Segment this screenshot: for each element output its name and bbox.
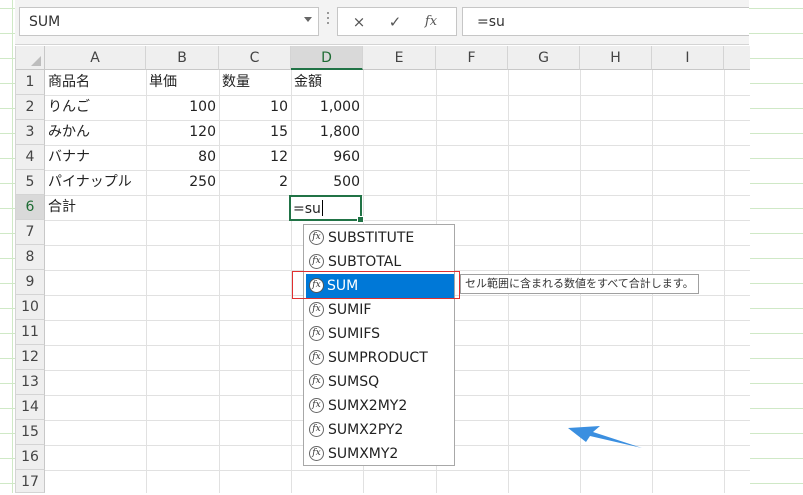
cell-d5[interactable]: 500 xyxy=(291,170,363,195)
cell-b5[interactable]: 250 xyxy=(146,170,219,195)
cell-b4[interactable]: 80 xyxy=(146,145,219,170)
row-header-14[interactable]: 14 xyxy=(16,395,45,420)
row-header-6[interactable]: 6 xyxy=(16,195,45,220)
row-header-9[interactable]: 9 xyxy=(16,270,45,295)
row-header-7[interactable]: 7 xyxy=(16,220,45,245)
autocomplete-item[interactable]: fx SUMXMY2 xyxy=(306,442,454,466)
formula-value: =su xyxy=(477,14,505,30)
fill-handle[interactable] xyxy=(357,216,364,223)
cell-d3[interactable]: 1,800 xyxy=(291,120,363,145)
cell-a5[interactable]: パイナップル xyxy=(45,170,146,195)
column-header-g[interactable]: G xyxy=(508,46,580,70)
highlight-box xyxy=(292,271,460,299)
name-box-value: SUM xyxy=(29,14,61,30)
function-icon: fx xyxy=(309,398,324,413)
function-icon: fx xyxy=(309,326,324,341)
function-icon: fx xyxy=(309,446,324,461)
cell-d2[interactable]: 1,000 xyxy=(291,95,363,120)
row-header-16[interactable]: 16 xyxy=(16,445,45,470)
function-icon: fx xyxy=(309,350,324,365)
chevron-down-icon[interactable] xyxy=(304,17,312,22)
cell-b3[interactable]: 120 xyxy=(146,120,219,145)
column-header-e[interactable]: E xyxy=(363,46,436,70)
row-header-15[interactable]: 15 xyxy=(16,420,45,445)
formula-input[interactable]: =su xyxy=(462,7,749,36)
cell-a2[interactable]: りんご xyxy=(45,95,146,120)
formula-buttons: × ✓ fx xyxy=(337,7,457,36)
text-caret xyxy=(321,200,323,216)
drag-handle-icon[interactable] xyxy=(327,12,330,28)
cell-a4[interactable]: バナナ xyxy=(45,145,146,170)
function-icon: fx xyxy=(309,302,324,317)
cell-a3[interactable]: みかん xyxy=(45,120,146,145)
name-box[interactable]: SUM xyxy=(19,7,319,36)
cell-edit-text: =su xyxy=(293,200,323,217)
row-header-17[interactable]: 17 xyxy=(16,470,45,493)
row-header-12[interactable]: 12 xyxy=(16,345,45,370)
column-header-f[interactable]: F xyxy=(436,46,508,70)
cell-b2[interactable]: 100 xyxy=(146,95,219,120)
cell-a1[interactable]: 商品名 xyxy=(45,70,146,95)
row-header-3[interactable]: 3 xyxy=(16,120,45,145)
cell-c1[interactable]: 数量 xyxy=(219,70,291,95)
function-icon: fx xyxy=(309,422,324,437)
cell-c3[interactable]: 15 xyxy=(219,120,291,145)
row-header-10[interactable]: 10 xyxy=(16,295,45,320)
row-header-5[interactable]: 5 xyxy=(16,170,45,195)
cell-d4[interactable]: 960 xyxy=(291,145,363,170)
row-header-13[interactable]: 13 xyxy=(16,370,45,395)
column-header-b[interactable]: B xyxy=(146,46,219,70)
autocomplete-item[interactable]: fx SUMSQ xyxy=(306,370,454,394)
active-cell-d6[interactable]: =su xyxy=(289,195,364,223)
formula-bar-area: SUM × ✓ fx =su xyxy=(15,0,749,45)
column-header-d[interactable]: D xyxy=(291,46,363,70)
column-header-partial[interactable] xyxy=(724,46,750,70)
select-all-button[interactable] xyxy=(16,46,45,70)
autocomplete-item[interactable]: fx SUBSTITUTE xyxy=(306,226,454,250)
column-header-i[interactable]: I xyxy=(652,46,724,70)
function-autocomplete-list: fx SUBSTITUTE fx SUBTOTAL fx SUM fx SUMIF fx… xyxy=(303,224,455,466)
column-header-h[interactable]: H xyxy=(580,46,652,70)
function-icon: fx xyxy=(309,230,324,245)
enter-icon[interactable]: ✓ xyxy=(384,11,406,33)
cell-c2[interactable]: 10 xyxy=(219,95,291,120)
row-header-11[interactable]: 11 xyxy=(16,320,45,345)
autocomplete-item[interactable]: fx SUMX2PY2 xyxy=(306,418,454,442)
cell-c4[interactable]: 12 xyxy=(219,145,291,170)
autocomplete-item[interactable]: fx SUMIFS xyxy=(306,322,454,346)
function-icon: fx xyxy=(309,374,324,389)
insert-function-icon[interactable]: fx xyxy=(420,11,442,33)
cell-b1[interactable]: 単価 xyxy=(146,70,219,95)
autocomplete-item[interactable]: fx SUMX2MY2 xyxy=(306,394,454,418)
cell-c5[interactable]: 2 xyxy=(219,170,291,195)
row-header-2[interactable]: 2 xyxy=(16,95,45,120)
row-header-1[interactable]: 1 xyxy=(16,70,45,95)
arrow-annotation-icon xyxy=(568,426,642,448)
cell-d1[interactable]: 金額 xyxy=(291,70,363,95)
row-header-8[interactable]: 8 xyxy=(16,245,45,270)
cell-a6[interactable]: 合計 xyxy=(45,195,146,220)
function-tooltip: セル範囲に含まれる数値をすべて合計します。 xyxy=(460,274,699,294)
column-header-a[interactable]: A xyxy=(45,46,146,70)
row-header-4[interactable]: 4 xyxy=(16,145,45,170)
cancel-icon[interactable]: × xyxy=(348,11,370,33)
column-header-c[interactable]: C xyxy=(219,46,291,70)
autocomplete-item[interactable]: fx SUMPRODUCT xyxy=(306,346,454,370)
autocomplete-item[interactable]: fx SUMIF xyxy=(306,298,454,322)
function-icon: fx xyxy=(309,254,324,269)
